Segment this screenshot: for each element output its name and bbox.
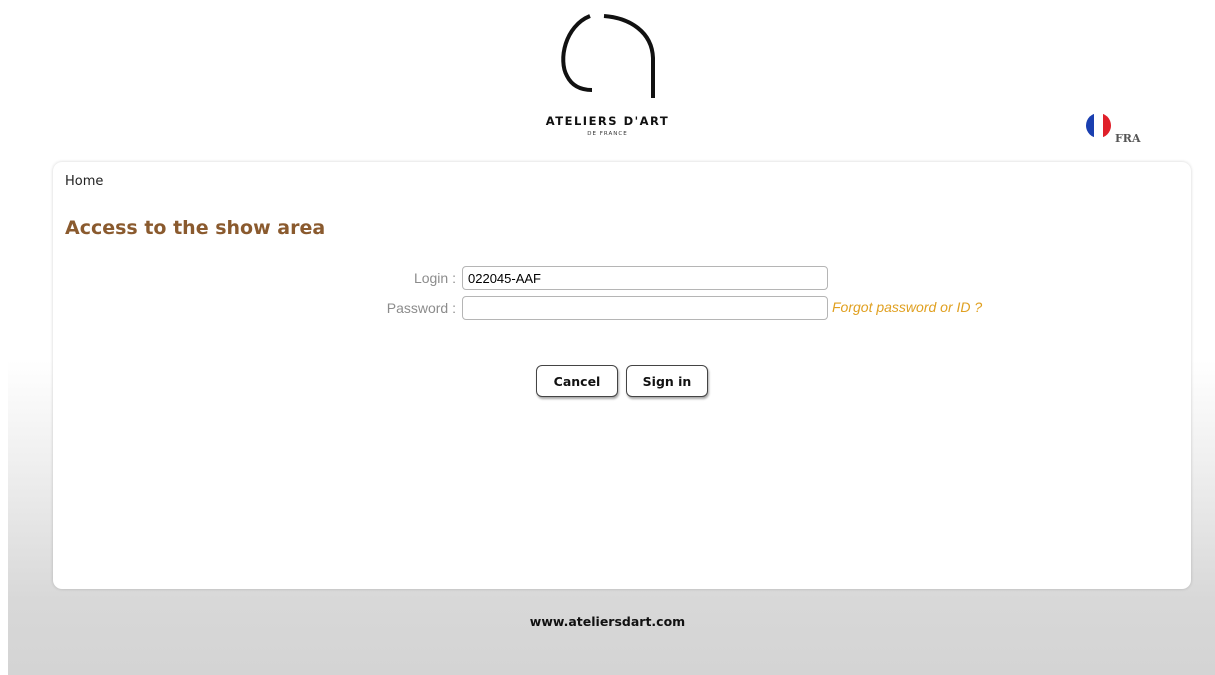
page-title: Access to the show area <box>65 217 326 239</box>
login-label: Login : <box>413 270 456 286</box>
language-switcher[interactable]: FRA <box>1085 112 1141 145</box>
login-input[interactable] <box>462 266 828 290</box>
brand-subtitle: DE FRANCE <box>587 131 628 137</box>
breadcrumb-home[interactable]: Home <box>65 174 103 189</box>
french-flag-icon <box>1085 112 1112 143</box>
brand-name: ATELIERS D'ART <box>545 114 670 128</box>
login-panel: Home Access to the show area Login : Pas… <box>53 162 1191 589</box>
language-label: FRA <box>1115 132 1141 145</box>
password-input[interactable] <box>462 296 828 320</box>
footer-website-link[interactable]: www.ateliersdart.com <box>0 614 1215 629</box>
page-edge <box>0 0 8 675</box>
cancel-button[interactable]: Cancel <box>536 365 618 397</box>
password-label: Password : <box>386 300 456 316</box>
forgot-password-link[interactable]: Forgot password or ID ? <box>832 299 982 315</box>
brand-logo-icon <box>552 8 662 104</box>
sign-in-button[interactable]: Sign in <box>626 365 708 397</box>
